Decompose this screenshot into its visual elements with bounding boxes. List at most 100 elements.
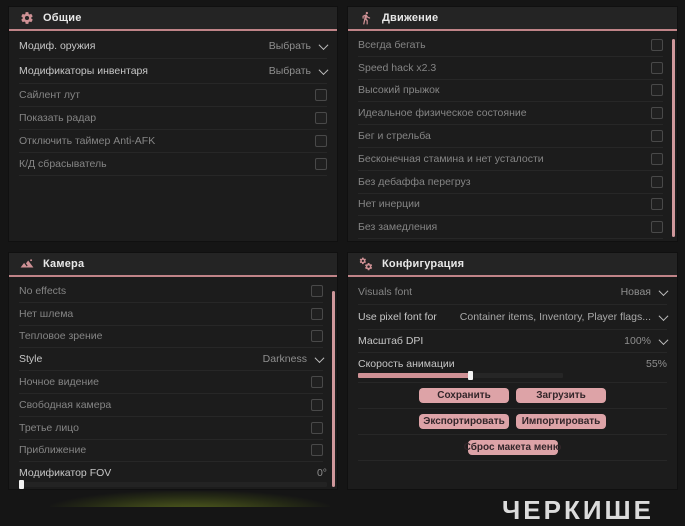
movement-scrollbar[interactable] bbox=[672, 39, 675, 237]
chevron-down-icon bbox=[658, 310, 669, 321]
panel-title: Камера bbox=[43, 258, 85, 270]
chevron-down-icon bbox=[658, 285, 669, 296]
row-inventory-mods: Модификаторы инвентаря Выбрать bbox=[19, 59, 329, 84]
row-label: Без дебаффа перегруз bbox=[358, 175, 471, 188]
high-jump-checkbox[interactable] bbox=[651, 84, 663, 97]
row-label: Скорость анимации bbox=[358, 357, 455, 370]
panel-camera: Камера No effects Нет шлема Тепловое зре… bbox=[8, 252, 338, 490]
row-label: Показать радар bbox=[19, 112, 97, 124]
export-button[interactable]: Экспортировать bbox=[419, 414, 509, 429]
load-button[interactable]: Загрузить bbox=[516, 388, 606, 403]
row-silent-loot: Сайлент лут bbox=[19, 84, 327, 107]
row-label: Visuals font bbox=[358, 286, 413, 298]
row-always-run: Всегда бегать bbox=[358, 34, 663, 57]
thermal-vision-checkbox[interactable] bbox=[311, 330, 323, 343]
row-no-effects: No effects bbox=[19, 280, 323, 303]
row-visuals-font: Visuals font Новая bbox=[358, 280, 669, 305]
visuals-font-dropdown[interactable]: Новая bbox=[621, 285, 669, 298]
row-night-vision: Ночное видение bbox=[19, 371, 323, 394]
style-dropdown[interactable]: Darkness bbox=[263, 352, 325, 365]
camera-scrollbar[interactable] bbox=[332, 291, 335, 487]
row-label: Третье лицо bbox=[19, 421, 79, 434]
row-label: Ночное видение bbox=[19, 376, 99, 389]
panel-movement-header: Движение bbox=[348, 7, 677, 31]
row-label: Масштаб DPI bbox=[358, 335, 424, 347]
cd-reset-checkbox[interactable] bbox=[315, 158, 327, 170]
reset-menu-layout-button[interactable]: Сброс макета меню bbox=[464, 440, 561, 455]
panel-general: Общие Модиф. оружия Выбрать Модификаторы… bbox=[8, 6, 338, 242]
row-speed-hack: Speed hack x2.3 bbox=[358, 57, 663, 80]
dropdown-value: 100% bbox=[624, 335, 651, 347]
import-button[interactable]: Импортировать bbox=[516, 414, 606, 429]
button-row-export-import: Экспортировать Импортировать bbox=[358, 409, 667, 435]
fov-slider-handle[interactable] bbox=[19, 480, 24, 489]
no-effects-checkbox[interactable] bbox=[311, 284, 323, 297]
row-no-slowdown: Без замедления bbox=[358, 216, 663, 240]
animation-speed-slider[interactable] bbox=[358, 371, 563, 380]
row-free-camera: Свободная камера bbox=[19, 394, 323, 417]
row-no-inertia: Нет инерции bbox=[358, 194, 663, 217]
panel-config-header: Конфигурация bbox=[348, 253, 677, 277]
row-label: Всегда бегать bbox=[358, 38, 426, 51]
dropdown-value: Выбрать bbox=[268, 40, 311, 52]
panel-general-header: Общие bbox=[9, 7, 337, 31]
infinite-stamina-checkbox[interactable] bbox=[651, 152, 663, 165]
chevron-down-icon bbox=[318, 39, 329, 50]
always-run-checkbox[interactable] bbox=[651, 38, 663, 51]
zoom-checkbox[interactable] bbox=[311, 444, 323, 457]
show-radar-checkbox[interactable] bbox=[315, 112, 327, 124]
row-label: No effects bbox=[19, 284, 67, 297]
row-thermal-vision: Тепловое зрение bbox=[19, 326, 323, 349]
night-vision-checkbox[interactable] bbox=[311, 376, 323, 389]
button-row-reset: Сброс макета меню bbox=[358, 435, 667, 461]
animation-speed-slider-handle[interactable] bbox=[467, 371, 473, 380]
free-camera-checkbox[interactable] bbox=[311, 398, 323, 411]
pixel-font-dropdown[interactable]: Container items, Inventory, Player flags… bbox=[459, 310, 669, 323]
no-overload-debuff-checkbox[interactable] bbox=[651, 175, 663, 188]
no-helmet-checkbox[interactable] bbox=[311, 307, 323, 320]
weapon-mod-dropdown[interactable]: Выбрать bbox=[268, 39, 329, 52]
silent-loot-checkbox[interactable] bbox=[315, 89, 327, 101]
chevron-down-icon bbox=[318, 64, 329, 75]
row-style: Style Darkness bbox=[19, 348, 325, 372]
row-label: Бесконечная стамина и нет усталости bbox=[358, 152, 544, 165]
gears-icon bbox=[359, 257, 373, 271]
row-label: Speed hack x2.3 bbox=[358, 61, 437, 74]
panel-config: Конфигурация Visuals font Новая Use pixe… bbox=[347, 252, 678, 490]
button-row-save-load: Сохранить Загрузить bbox=[358, 383, 667, 409]
animation-speed-value: 55% bbox=[645, 357, 667, 370]
panel-camera-header: Камера bbox=[9, 253, 337, 277]
runner-icon bbox=[359, 11, 373, 25]
row-label: Высокий прыжок bbox=[358, 84, 440, 97]
third-person-checkbox[interactable] bbox=[311, 421, 323, 434]
row-anti-afk: Отключить таймер Anti-AFK bbox=[19, 130, 327, 153]
fov-slider[interactable] bbox=[19, 480, 327, 489]
animation-speed-slider-fill bbox=[358, 373, 471, 378]
inventory-mods-dropdown[interactable]: Выбрать bbox=[268, 64, 329, 77]
row-label: Модиф. оружия bbox=[19, 40, 96, 52]
run-and-shoot-checkbox[interactable] bbox=[651, 130, 663, 143]
background-glow bbox=[50, 491, 330, 507]
row-label: Нет шлема bbox=[19, 307, 74, 320]
perfect-condition-checkbox[interactable] bbox=[651, 107, 663, 120]
row-label: Отключить таймер Anti-AFK bbox=[19, 135, 156, 147]
dropdown-value: Container items, Inventory, Player flags… bbox=[459, 311, 651, 323]
no-slowdown-checkbox[interactable] bbox=[651, 221, 663, 234]
panel-movement: Движение Всегда бегать Speed hack x2.3 В… bbox=[347, 6, 678, 242]
row-infinite-stamina: Бесконечная стамина и нет усталости bbox=[358, 148, 663, 171]
row-weapon-mod: Модиф. оружия Выбрать bbox=[19, 34, 329, 59]
gear-icon bbox=[20, 11, 34, 25]
row-dpi-scale: Масштаб DPI 100% bbox=[358, 330, 669, 353]
row-label: Use pixel font for bbox=[358, 311, 437, 323]
no-inertia-checkbox[interactable] bbox=[651, 198, 663, 211]
row-label: Свободная камера bbox=[19, 398, 112, 411]
speed-hack-checkbox[interactable] bbox=[651, 61, 663, 74]
panel-title: Общие bbox=[43, 12, 82, 24]
save-button[interactable]: Сохранить bbox=[419, 388, 509, 403]
row-label: Тепловое зрение bbox=[19, 330, 103, 343]
anti-afk-checkbox[interactable] bbox=[315, 135, 327, 147]
row-label: Модификатор FOV bbox=[19, 466, 112, 479]
dpi-scale-dropdown[interactable]: 100% bbox=[624, 334, 669, 347]
dropdown-value: Выбрать bbox=[268, 65, 311, 77]
row-label: К/Д сбрасыватель bbox=[19, 158, 107, 170]
